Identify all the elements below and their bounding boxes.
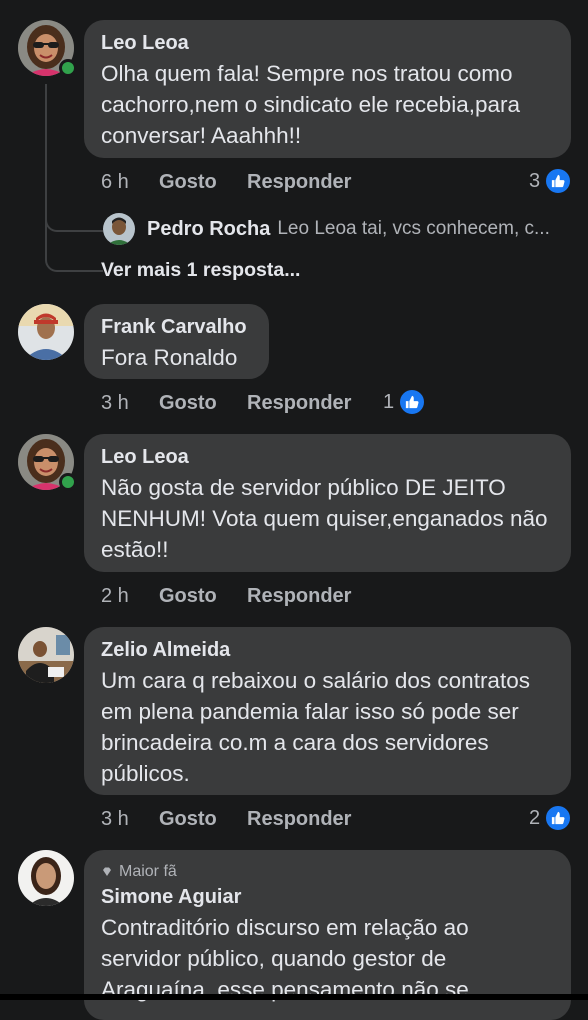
comment-text: Fora Ronaldo xyxy=(101,345,238,370)
comment-text: Um cara q rebaixou o salário dos contrat… xyxy=(101,668,530,786)
online-status-indicator xyxy=(59,59,77,77)
reply-preview[interactable]: Pedro Rocha Leo Leoa tai, vcs conhecem, … xyxy=(103,211,583,247)
view-more-replies-link[interactable]: Ver mais 1 resposta... xyxy=(101,259,300,282)
top-fan-label: Maior fã xyxy=(119,863,177,880)
comment-bubble[interactable]: Zelio Almeida Um cara q rebaixou o salár… xyxy=(84,627,571,795)
reaction-count: 1 xyxy=(383,390,395,413)
comment-actions: 3 h Gosto Responder xyxy=(101,390,351,416)
avatar-zelio-almeida[interactable] xyxy=(18,627,74,683)
reply-button[interactable]: Responder xyxy=(247,171,351,194)
like-button[interactable]: Gosto xyxy=(159,392,247,415)
comment-actions: 3 h Gosto Responder xyxy=(101,806,351,832)
like-button[interactable]: Gosto xyxy=(159,171,247,194)
system-navigation-bar xyxy=(0,994,588,1000)
avatar-simone-aguiar[interactable] xyxy=(18,850,74,906)
comment-bubble[interactable]: Leo Leoa Não gosta de servidor público D… xyxy=(84,434,571,572)
avatar-pedro-rocha[interactable] xyxy=(103,213,135,245)
comment-bubble[interactable]: Leo Leoa Olha quem fala! Sempre nos trat… xyxy=(84,20,571,158)
like-icon xyxy=(398,388,427,416)
comment-text: Contraditório discurso em relação ao ser… xyxy=(101,915,469,1002)
comment-author[interactable]: Zelio Almeida xyxy=(101,638,554,662)
like-button[interactable]: Gosto xyxy=(159,585,247,608)
reaction-summary[interactable]: 1 xyxy=(383,388,427,416)
comment-text: Não gosta de servidor público DE JEITO N… xyxy=(101,475,548,562)
reaction-count: 2 xyxy=(529,806,541,829)
diamond-icon xyxy=(103,867,111,876)
comment-author[interactable]: Frank Carvalho xyxy=(101,315,252,339)
comment-bubble[interactable]: Frank Carvalho Fora Ronaldo xyxy=(84,304,269,379)
comment-text: Olha quem fala! Sempre nos tratou como c… xyxy=(101,61,520,148)
comment-actions: 2 h Gosto Responder xyxy=(101,583,351,609)
comment-timestamp[interactable]: 2 h xyxy=(101,585,159,608)
reply-snippet: Leo Leoa tai, vcs conhecem, c... xyxy=(277,218,550,239)
comment-timestamp[interactable]: 6 h xyxy=(101,171,159,194)
reaction-count: 3 xyxy=(529,169,541,192)
avatar-frank-carvalho[interactable] xyxy=(18,304,74,360)
like-icon xyxy=(544,804,573,832)
reply-button[interactable]: Responder xyxy=(247,808,351,831)
reaction-summary[interactable]: 2 xyxy=(529,804,573,832)
comment-timestamp[interactable]: 3 h xyxy=(101,392,159,415)
reply-button[interactable]: Responder xyxy=(247,392,351,415)
reply-button[interactable]: Responder xyxy=(247,585,351,608)
top-fan-badge: Maior fã xyxy=(101,862,554,882)
like-button[interactable]: Gosto xyxy=(159,808,247,831)
comment-author[interactable]: Leo Leoa xyxy=(101,31,554,55)
comment-author[interactable]: Leo Leoa xyxy=(101,445,554,469)
comment-author[interactable]: Simone Aguiar xyxy=(101,885,554,909)
reply-thread-branch xyxy=(45,226,103,272)
reply-author[interactable]: Pedro Rocha xyxy=(147,218,270,241)
comment-timestamp[interactable]: 3 h xyxy=(101,808,159,831)
comment-actions: 6 h Gosto Responder xyxy=(101,169,351,195)
reaction-summary[interactable]: 3 xyxy=(529,167,573,195)
like-icon xyxy=(544,167,573,195)
online-status-indicator xyxy=(59,473,77,491)
